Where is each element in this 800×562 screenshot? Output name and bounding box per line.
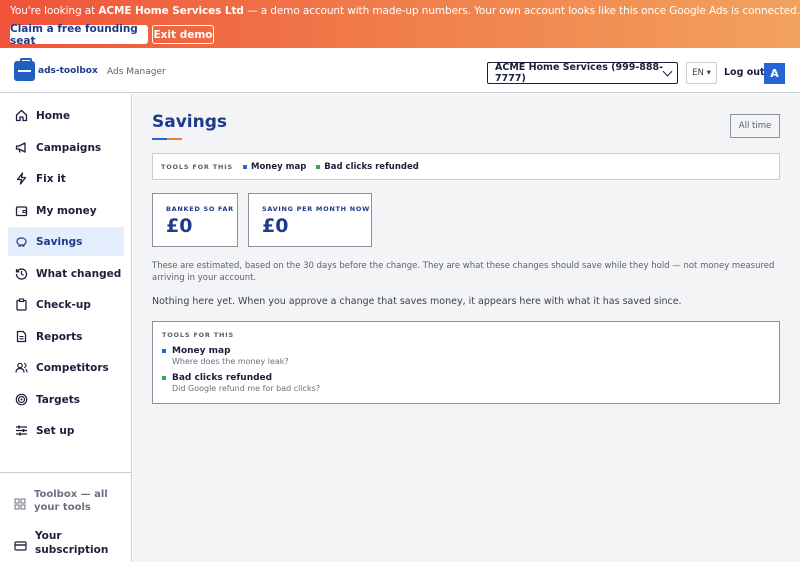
megaphone-icon [15, 141, 28, 154]
tools-strip: TOOLS FOR THIS Money map Bad clicks refu… [152, 153, 780, 180]
sidebar-item-label: Reports [36, 330, 83, 343]
history-icon [15, 267, 28, 280]
sidebar-divider [0, 472, 131, 473]
toolbox-link[interactable]: Toolbox — all your tools [14, 488, 108, 514]
logout-button[interactable]: Log out [724, 67, 765, 78]
sidebar-item-competitors[interactable]: Competitors [8, 353, 124, 382]
main-content: Savings All time TOOLS FOR THIS Money ma… [133, 94, 800, 562]
sidebar-item-label: Targets [36, 393, 80, 406]
users-icon [15, 361, 28, 374]
sidebar-item-my-money[interactable]: My money [8, 196, 124, 225]
sidebar-item-set-up[interactable]: Set up [8, 416, 124, 445]
stat-value: £0 [166, 215, 193, 237]
green-square-icon [316, 164, 321, 169]
page-title: Savings [152, 112, 228, 132]
stat-card-monthly: SAVING PER MONTH NOW £0 [248, 193, 372, 247]
sidebar-item-label: Home [36, 109, 71, 122]
sidebar-item-home[interactable]: Home [8, 101, 124, 130]
sidebar-item-label: Campaigns [36, 141, 102, 154]
lightning-icon [15, 172, 28, 185]
sidebar-item-campaigns[interactable]: Campaigns [8, 133, 124, 162]
account-selector-value: ACME Home Services (999-888-7777) [495, 62, 664, 84]
stat-caption: BANKED SO FAR [166, 205, 234, 213]
section-label: Ads Manager [107, 67, 166, 77]
title-underline [152, 138, 182, 140]
subscription-link[interactable]: Your subscription [14, 529, 108, 557]
document-icon [15, 330, 28, 343]
estimate-note: These are estimated, based on the 30 day… [152, 261, 775, 283]
sidebar-item-targets[interactable]: Targets [8, 385, 124, 414]
logo[interactable]: ads-toolbox [14, 58, 98, 81]
logo-text: ads-toolbox [38, 66, 98, 76]
sidebar-item-check-up[interactable]: Check-up [8, 290, 124, 319]
blue-square-icon [242, 164, 247, 169]
stat-card-banked: BANKED SO FAR £0 [152, 193, 238, 247]
toolbox-logo-icon [14, 58, 35, 81]
grid-icon [14, 495, 26, 514]
credit-card-icon [14, 537, 27, 557]
sidebar-item-label: Check-up [36, 298, 91, 311]
tool-entry-desc: Did Google refund me for bad clicks? [172, 384, 321, 393]
sidebar-item-label: My money [36, 204, 97, 217]
sidebar-item-label: Competitors [36, 361, 109, 374]
demo-banner: You're looking at ACME Home Services Ltd… [0, 0, 800, 48]
tool-entry-bad-clicks[interactable]: Bad clicks refunded Did Google refund me… [162, 373, 779, 393]
avatar[interactable]: A [764, 63, 785, 84]
tools-caption: TOOLS FOR THIS [161, 162, 233, 171]
green-square-icon [162, 376, 166, 380]
sidebar-item-label: What changed [36, 267, 122, 280]
top-bar: ads-toolbox Ads Manager ACME Home Servic… [0, 48, 800, 93]
claim-seat-button[interactable]: Claim a free founding seat [10, 23, 148, 47]
sliders-icon [15, 424, 28, 437]
language-selector[interactable]: EN ▾ [686, 62, 717, 84]
blue-square-icon [162, 349, 166, 353]
account-selector[interactable]: ACME Home Services (999-888-7777) [487, 62, 678, 84]
sidebar-item-label: Set up [36, 424, 75, 437]
stat-caption: SAVING PER MONTH NOW [262, 205, 370, 213]
tool-entry-name: Money map [172, 346, 231, 356]
clipboard-icon [15, 298, 28, 311]
toolbox-label: Toolbox — all your tools [34, 489, 108, 513]
sidebar-item-fix-it[interactable]: Fix it [8, 164, 124, 193]
tools-box: TOOLS FOR THIS Money map Where does the … [152, 321, 780, 404]
stat-value: £0 [262, 215, 289, 237]
exit-demo-button[interactable]: Exit demo [152, 25, 214, 44]
target-icon [15, 393, 28, 406]
sidebar: Home Campaigns Fix it My money Savings W… [0, 94, 132, 562]
tool-entry-money-map[interactable]: Money map Where does the money leak? [162, 346, 779, 366]
sidebar-item-reports[interactable]: Reports [8, 322, 124, 351]
tools-box-caption: TOOLS FOR THIS [162, 331, 234, 339]
empty-state-text: Nothing here yet. When you approve a cha… [152, 296, 682, 307]
demo-account-name: ACME Home Services Ltd [98, 5, 244, 17]
tool-entry-desc: Where does the money leak? [172, 357, 289, 366]
tool-entry-name: Bad clicks refunded [172, 373, 273, 383]
home-icon [15, 109, 28, 122]
wallet-icon [15, 204, 28, 217]
tool-link-money-map[interactable]: Money map [242, 162, 306, 172]
tool-link-bad-clicks[interactable]: Bad clicks refunded [316, 162, 419, 172]
time-range-button[interactable]: All time [730, 114, 780, 138]
sidebar-item-what-changed[interactable]: What changed [8, 259, 124, 288]
sidebar-item-label: Savings [36, 235, 83, 248]
sidebar-item-label: Fix it [36, 172, 66, 185]
subscription-label: Your subscription [35, 530, 109, 556]
demo-banner-text: You're looking at ACME Home Services Ltd… [10, 5, 800, 17]
piggy-bank-icon [15, 235, 28, 248]
sidebar-item-savings[interactable]: Savings [8, 227, 124, 256]
